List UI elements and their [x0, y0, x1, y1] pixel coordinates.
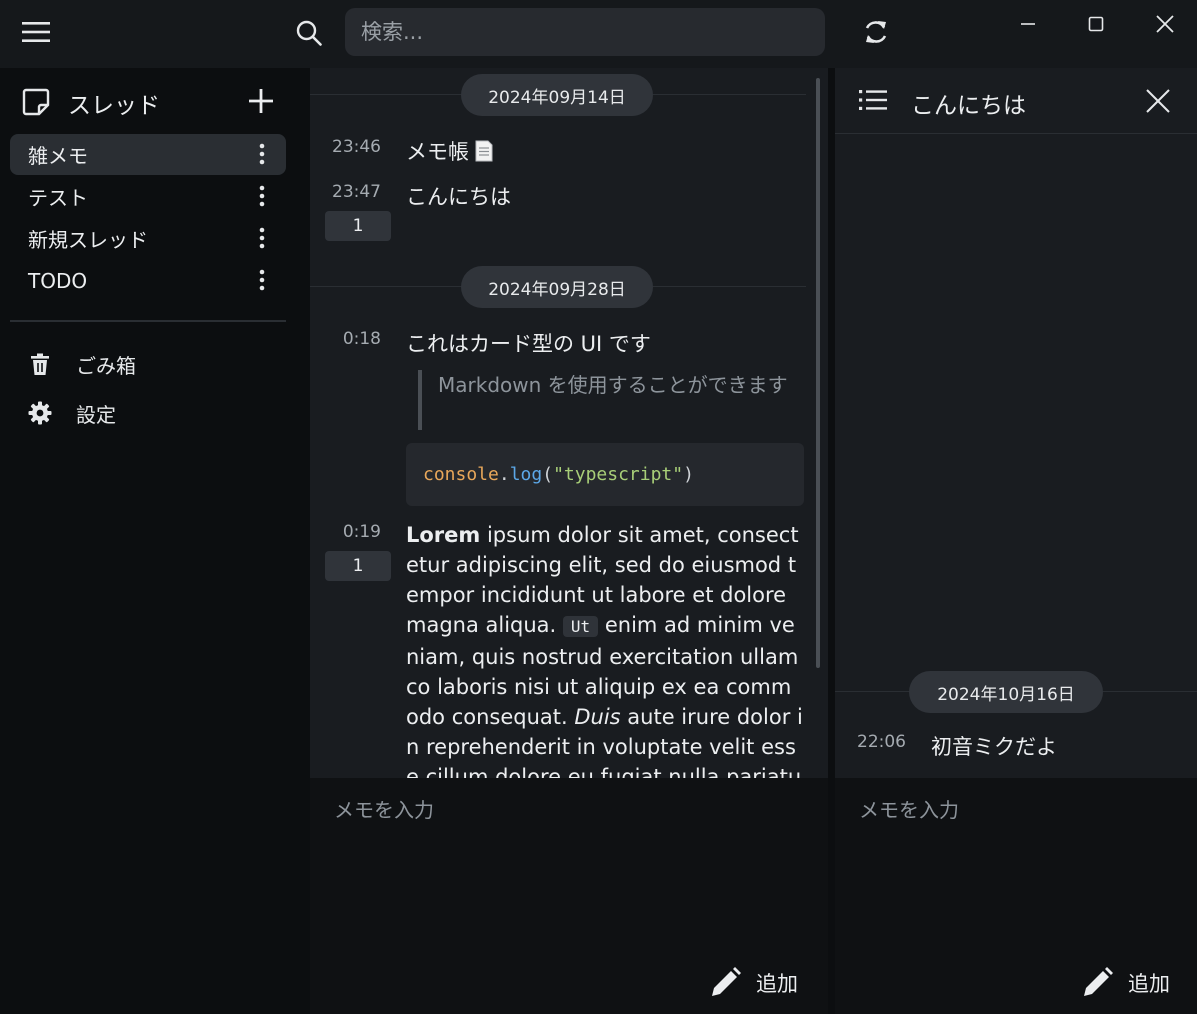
scrollbar[interactable]	[816, 78, 820, 668]
title-bar	[0, 0, 1197, 68]
reply-count-badge[interactable]: 1	[325, 211, 391, 241]
date-badge: 2024年09月28日	[461, 266, 653, 308]
date-separator: 2024年09月28日	[310, 260, 806, 308]
code-token: )	[683, 464, 694, 485]
date-separator: 2024年09月14日	[310, 68, 806, 116]
reply-pane-header: こんにちは	[835, 68, 1197, 134]
date-separator: 2024年10月16日	[835, 665, 1197, 713]
code-token: "typescript"	[553, 464, 684, 485]
menu-icon[interactable]	[18, 16, 54, 48]
pencil-icon	[1080, 966, 1114, 1000]
message-text[interactable]: こんにちは	[406, 181, 511, 211]
search-icon[interactable]	[292, 16, 326, 50]
message-text[interactable]: これはカード型の UI です	[406, 328, 651, 358]
thread-item-new-thread[interactable]: 新規スレッド	[10, 218, 286, 259]
settings-label: 設定	[76, 402, 116, 427]
reply-input[interactable]	[859, 798, 1159, 822]
thread-view: 2024年09月14日 23:46 メモ帳 23:47 こんにちは 1 2024…	[310, 68, 828, 1014]
sidebar-item-trash[interactable]: ごみ箱	[28, 348, 136, 380]
reply-pane-title: こんにちは	[911, 93, 1026, 119]
thread-label: 雑メモ	[28, 144, 88, 168]
maximize-icon[interactable]	[1078, 10, 1114, 38]
inline-code: Ut	[562, 616, 599, 637]
trash-icon	[28, 352, 52, 376]
code-token: (	[542, 464, 554, 485]
trash-label: ごみ箱	[76, 353, 136, 378]
reply-composer: 追加	[835, 778, 1197, 1014]
sidebar-title: スレッド	[68, 93, 160, 119]
list-icon	[859, 88, 887, 112]
thread-label: TODO	[28, 268, 88, 293]
message-time: 0:18	[342, 329, 381, 349]
pencil-icon	[708, 966, 742, 1000]
minimize-icon[interactable]	[1010, 10, 1046, 38]
message-body: メモ帳	[406, 140, 469, 164]
memo-input[interactable]	[334, 798, 634, 822]
message-time: 23:46	[332, 137, 381, 157]
add-reply-button[interactable]: 追加	[1080, 966, 1170, 1000]
add-button-label: 追加	[1128, 972, 1170, 996]
message-text[interactable]: メモ帳	[406, 136, 493, 166]
pane-divider[interactable]	[828, 68, 835, 1014]
date-badge: 2024年09月14日	[461, 74, 653, 116]
gear-icon	[28, 401, 52, 425]
sidebar-item-settings[interactable]: 設定	[28, 397, 116, 429]
more-vert-icon[interactable]	[250, 226, 274, 250]
close-icon[interactable]	[1145, 88, 1173, 116]
thread-label: 新規スレッド	[28, 228, 148, 252]
add-thread-icon[interactable]	[246, 86, 278, 118]
sidebar: スレッド 雑メモ テスト 新規スレッド TODO ごみ箱 設定	[0, 68, 310, 1014]
search-input[interactable]	[345, 8, 825, 56]
code-block: console. log("typescript")	[406, 443, 804, 506]
code-token: log	[509, 464, 543, 485]
message-text[interactable]: 初音ミクだよ	[931, 731, 1057, 761]
more-vert-icon[interactable]	[250, 268, 274, 292]
reply-pane: こんにちは 2024年10月16日 22:06 初音ミクだよ 追加	[835, 68, 1197, 1014]
message-time: 23:47	[332, 182, 381, 202]
italic-text: Duis	[574, 705, 621, 729]
message-time: 22:06	[857, 732, 906, 752]
sidebar-divider	[10, 320, 286, 322]
add-button[interactable]: 追加	[708, 966, 798, 1000]
thread-label: テスト	[28, 186, 88, 210]
thread-item-test[interactable]: テスト	[10, 176, 286, 217]
message-time: 0:19	[342, 522, 381, 542]
code-token: .	[498, 464, 510, 485]
reply-count-badge[interactable]: 1	[325, 551, 391, 581]
more-vert-icon[interactable]	[250, 184, 274, 208]
markdown-blockquote: Markdown を使用することができます	[418, 370, 792, 430]
code-token: console	[423, 464, 499, 485]
message-text-lorem[interactable]: Lorem ipsum dolor sit amet, consectetur …	[406, 520, 804, 778]
message-list[interactable]: 2024年09月14日 23:46 メモ帳 23:47 こんにちは 1 2024…	[310, 68, 818, 778]
memo-icon	[475, 140, 493, 162]
thread-item-todo[interactable]: TODO	[10, 260, 286, 301]
sticky-note-icon	[22, 88, 50, 116]
more-vert-icon[interactable]	[250, 142, 274, 166]
bold-text: Lorem	[406, 523, 481, 547]
sidebar-header: スレッド	[0, 68, 310, 134]
sync-icon[interactable]	[858, 14, 894, 50]
memo-composer: 追加	[310, 778, 828, 1014]
date-badge: 2024年10月16日	[909, 671, 1103, 713]
close-window-icon[interactable]	[1147, 10, 1183, 38]
add-button-label: 追加	[756, 972, 798, 996]
thread-item-zatsumemo[interactable]: 雑メモ	[10, 134, 286, 175]
